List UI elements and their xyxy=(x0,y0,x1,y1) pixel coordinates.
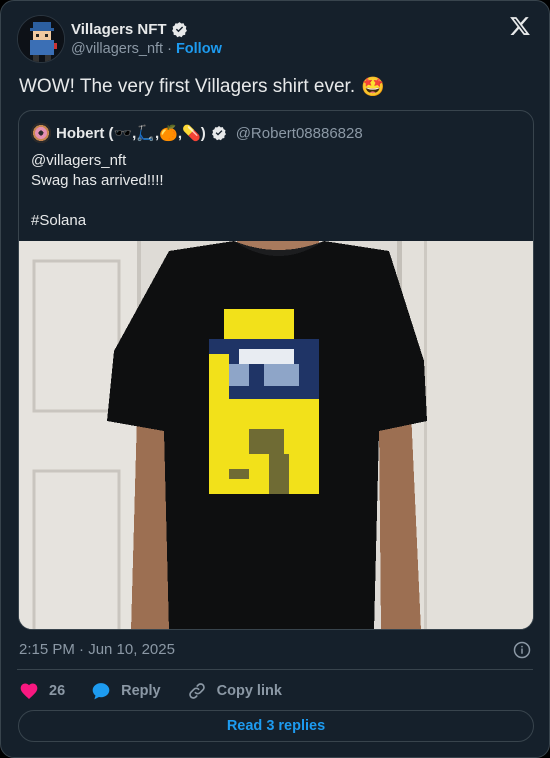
villager-avatar-icon xyxy=(18,16,64,62)
like-action[interactable]: 26 xyxy=(19,681,65,701)
author-avatar[interactable] xyxy=(17,15,65,63)
tweet-header: Villagers NFT @villagers_nft · Follow xyxy=(17,15,533,63)
separator-dot: · xyxy=(167,41,172,57)
divider xyxy=(17,669,533,670)
author-display-name[interactable]: Villagers NFT xyxy=(71,21,167,38)
read-replies-button[interactable]: Read 3 replies xyxy=(18,710,534,742)
like-count: 26 xyxy=(49,683,66,699)
link-icon xyxy=(188,683,205,699)
reply-action[interactable]: Reply xyxy=(91,681,161,701)
tweet-text: WOW! The very first Villagers shirt ever… xyxy=(19,75,385,99)
reply-label: Reply xyxy=(121,683,161,699)
donut-avatar-icon xyxy=(31,123,51,143)
copy-link-label: Copy link xyxy=(216,683,282,699)
heart-icon xyxy=(20,683,38,699)
quoted-line-hashtag[interactable]: #Solana xyxy=(31,211,164,231)
author-handle[interactable]: @villagers_nft xyxy=(71,41,163,57)
reply-bubble-icon xyxy=(92,683,110,700)
quoted-display-name: Hobert (🕶️,🛴,🍊,💊) xyxy=(56,125,206,142)
quoted-handle: @Robert08886828 xyxy=(235,124,363,142)
copy-link-action[interactable]: Copy link xyxy=(187,681,282,701)
tweet-body: WOW! The very first Villagers shirt ever… xyxy=(19,76,356,97)
display-name-row: Villagers NFT xyxy=(71,21,222,38)
author-names: Villagers NFT @villagers_nft · Follow xyxy=(71,21,222,57)
handle-row: @villagers_nft · Follow xyxy=(71,41,222,57)
quoted-tweet-photo[interactable] xyxy=(19,241,533,629)
follow-button[interactable]: Follow xyxy=(176,41,222,57)
quoted-author-avatar xyxy=(31,123,51,143)
quoted-line-blank xyxy=(31,191,164,211)
quoted-verified-badge-icon xyxy=(211,126,226,141)
quoted-line-body: Swag has arrived!!!! xyxy=(31,172,164,189)
quoted-line-mention[interactable]: @villagers_nft xyxy=(31,151,164,171)
x-logo-icon[interactable] xyxy=(509,15,531,37)
tweet-timestamp[interactable]: 2:15 PM · Jun 10, 2025 xyxy=(19,641,175,658)
quoted-tweet[interactable]: Hobert (🕶️,🛴,🍊,💊) @Robert08886828 @villa… xyxy=(18,110,534,630)
tweet-embed-card: Villagers NFT @villagers_nft · Follow WO… xyxy=(0,0,550,758)
info-icon[interactable] xyxy=(513,641,531,659)
verified-badge-icon xyxy=(171,22,187,38)
quoted-tweet-header: Hobert (🕶️,🛴,🍊,💊) @Robert08886828 xyxy=(31,123,363,143)
star-struck-emoji: 🤩 xyxy=(361,77,385,98)
shirt-photo xyxy=(19,241,533,629)
quoted-tweet-text: @villagers_nft Swag has arrived!!!! #Sol… xyxy=(31,151,164,231)
tweet-actions: 26 Reply Copy link xyxy=(19,679,282,703)
